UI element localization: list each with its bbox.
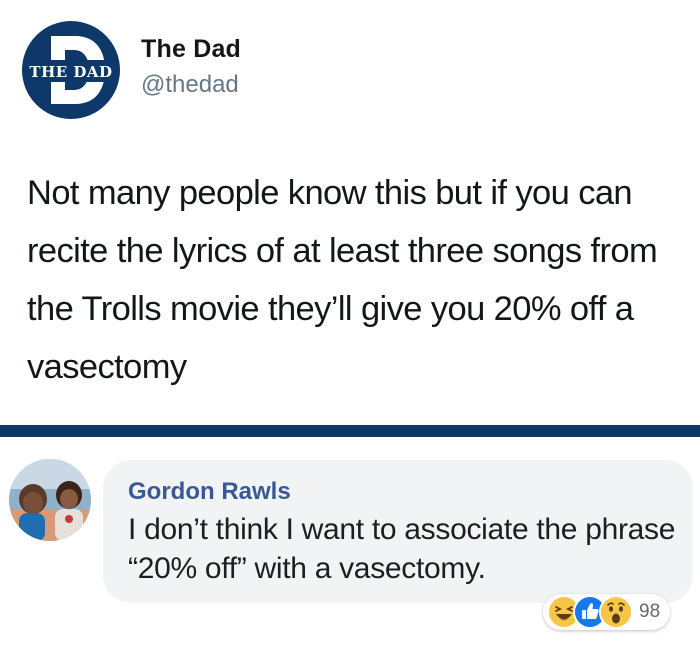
author-handle[interactable]: @thedad — [141, 71, 239, 99]
author-name[interactable]: The Dad — [141, 35, 241, 64]
commenter-avatar[interactable] — [9, 459, 91, 541]
logo-text: THE DAD — [29, 63, 112, 81]
reactions-summary[interactable]: 98 — [543, 594, 671, 630]
comment-section: Gordon Rawls I don’t think I want to ass… — [0, 437, 700, 658]
the-dad-logo[interactable]: THE DAD — [21, 20, 121, 120]
reaction-count[interactable]: 98 — [639, 601, 660, 623]
wow-icon — [599, 595, 633, 629]
comment-text: I don’t think I want to associate the ph… — [128, 513, 676, 585]
section-divider — [0, 425, 700, 437]
comment-bubble: Gordon Rawls I don’t think I want to ass… — [103, 460, 693, 603]
commenter-name[interactable]: Gordon Rawls — [128, 478, 291, 506]
tweet-card: THE DAD The Dad @thedad Not many people … — [0, 0, 700, 425]
tweet-text: Not many people know this but if you can… — [27, 174, 658, 386]
